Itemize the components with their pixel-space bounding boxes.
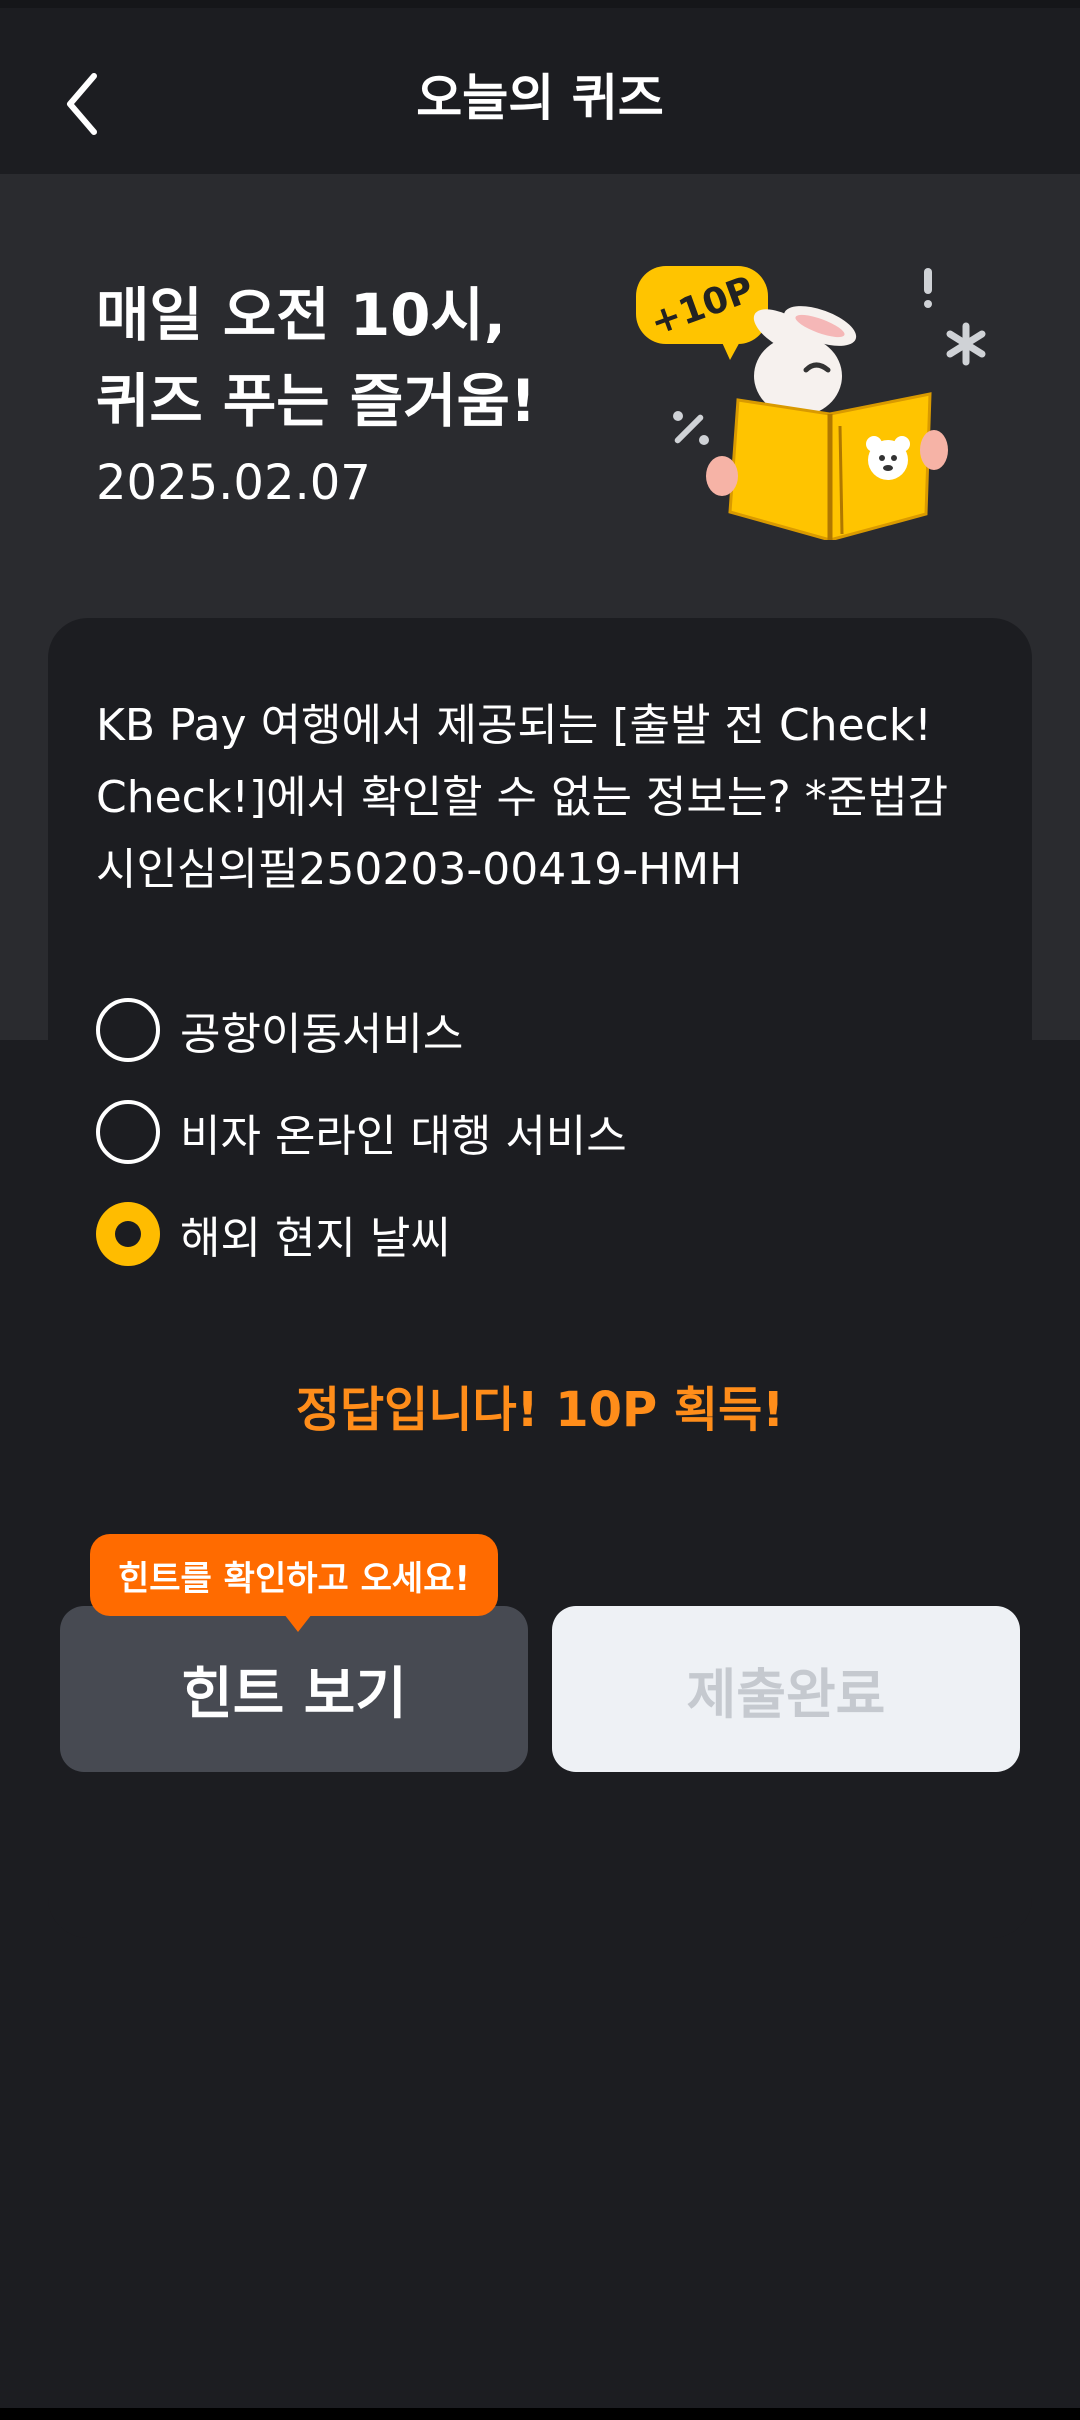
option-label: 해외 현지 날씨 <box>180 1213 451 1264</box>
points-badge: +10P <box>636 266 768 360</box>
hero-title: 매일 오전 10시, 퀴즈 푸는 즐거움! <box>96 272 536 444</box>
quiz-question: KB Pay 여행에서 제공되는 [출발 전 Check! Check!]에서 … <box>96 690 976 906</box>
quiz-question-line2: Check!]에서 확인할 수 없는 정보는? *준법감 <box>96 772 949 823</box>
radio-unselected-icon <box>96 998 160 1062</box>
hero-title-line2: 퀴즈 푸는 즐거움! <box>96 367 537 435</box>
rabbit-reading-book-illustration: +10P <box>636 266 986 540</box>
quiz-question-line3: 시인심의필250203-00419-HMH <box>96 844 743 895</box>
result-message: 정답입니다! 10P 획득! <box>295 1382 785 1438</box>
quiz-date: 2025.02.07 <box>96 455 371 511</box>
hint-tooltip: 힌트를 확인하고 오세요! <box>90 1534 498 1616</box>
hint-tooltip-tail <box>284 1614 312 1632</box>
option-3[interactable]: 해외 현지 날씨 <box>96 1198 451 1270</box>
radio-unselected-icon <box>96 1100 160 1164</box>
option-1[interactable]: 공항이동서비스 <box>96 994 463 1066</box>
page-title: 오늘의 퀴즈 <box>416 69 664 127</box>
radio-selected-icon <box>96 1202 160 1266</box>
status-strip <box>0 0 1080 8</box>
quiz-question-line1: KB Pay 여행에서 제공되는 [출발 전 Check! <box>96 700 932 751</box>
bottom-bar <box>0 2408 1080 2420</box>
submit-complete-button: 제출완료 <box>552 1606 1020 1772</box>
option-label: 공항이동서비스 <box>180 1009 464 1060</box>
hero-title-line1: 매일 오전 10시, <box>96 281 506 349</box>
option-label: 비자 온라인 대행 서비스 <box>180 1111 627 1162</box>
header: 오늘의 퀴즈 <box>0 8 1080 174</box>
option-2[interactable]: 비자 온라인 대행 서비스 <box>96 1096 627 1168</box>
